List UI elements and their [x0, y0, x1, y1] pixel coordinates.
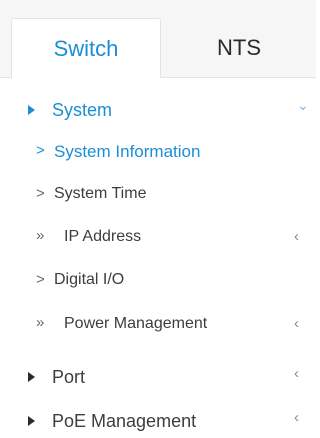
tab-nts-label: NTS — [217, 35, 261, 60]
chevron-right-icon: > — [36, 271, 45, 288]
menu-item-system-information[interactable]: > System Information — [0, 136, 316, 166]
chevron-left-icon: ‹ — [294, 228, 299, 245]
sidebar-menu: System ⌄ > System Information > System T… — [0, 78, 316, 438]
menu-item-poe-management-label: PoE Management — [52, 411, 197, 431]
chevron-right-icon: > — [36, 185, 45, 202]
chevron-left-icon: ‹ — [294, 365, 299, 382]
tab-nts[interactable]: NTS — [162, 18, 316, 78]
menu-item-port-label: Port — [52, 367, 86, 387]
caret-right-icon — [28, 416, 35, 426]
caret-right-icon — [28, 372, 35, 382]
chevron-left-icon: ‹ — [294, 315, 299, 332]
menu-item-system-information-label: System Information — [54, 142, 201, 161]
chevron-right-icon: > — [36, 142, 45, 159]
chevron-left-icon: ‹ — [294, 409, 299, 426]
menu-item-system-label: System — [52, 100, 113, 120]
menu-item-port[interactable]: Port ‹ — [0, 360, 316, 394]
tab-switch[interactable]: Switch — [11, 18, 161, 78]
double-chevron-right-icon: » — [36, 314, 45, 331]
menu-item-power-management[interactable]: » Power Management ‹ — [0, 309, 316, 339]
menu-item-ip-address[interactable]: » IP Address ‹ — [0, 222, 316, 252]
menu-item-digital-io-label: Digital I/O — [54, 271, 125, 288]
menu-item-system-time-label: System Time — [54, 185, 147, 202]
caret-right-icon — [28, 105, 35, 115]
double-chevron-right-icon: » — [36, 227, 45, 244]
chevron-down-icon: ⌄ — [297, 97, 309, 113]
menu-item-digital-io[interactable]: > Digital I/O — [0, 265, 316, 295]
tab-bar: Switch NTS — [0, 0, 316, 78]
menu-item-poe-management[interactable]: PoE Management ‹ — [0, 404, 316, 438]
tab-switch-label: Switch — [53, 35, 119, 61]
menu-item-system[interactable]: System ⌄ — [0, 90, 316, 130]
menu-item-power-management-label: Power Management — [64, 315, 208, 332]
menu-item-ip-address-label: IP Address — [64, 228, 142, 245]
menu-item-system-time[interactable]: > System Time — [0, 179, 316, 209]
